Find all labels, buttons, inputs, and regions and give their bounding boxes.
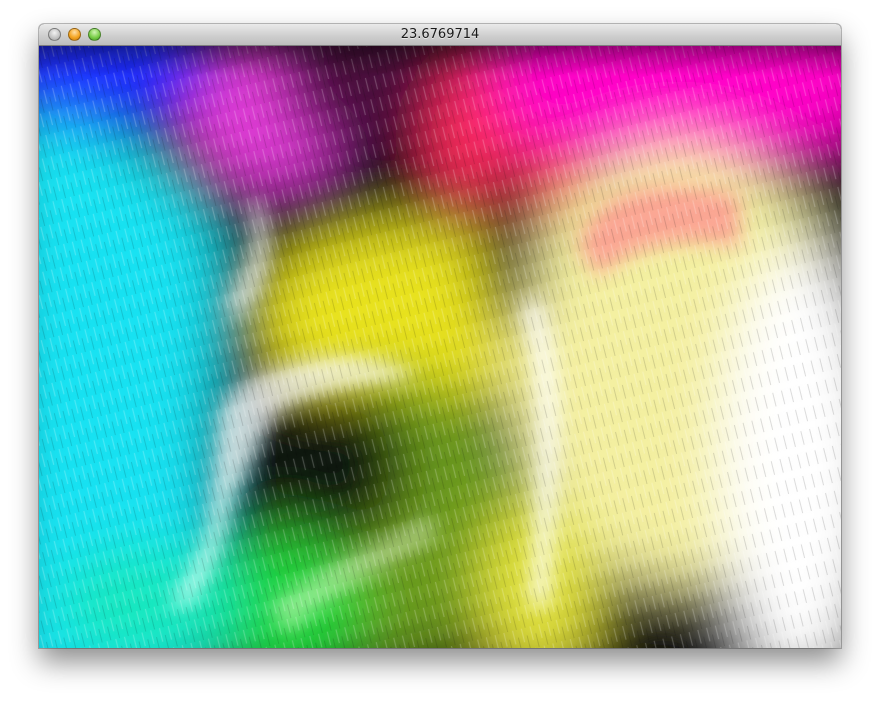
flow-field-image [39,46,841,648]
window-title: 23.6769714 [400,27,480,42]
render-canvas[interactable] [39,46,841,648]
app-window: 23.6769714 [39,24,841,648]
title-bar[interactable]: 23.6769714 [39,24,841,46]
